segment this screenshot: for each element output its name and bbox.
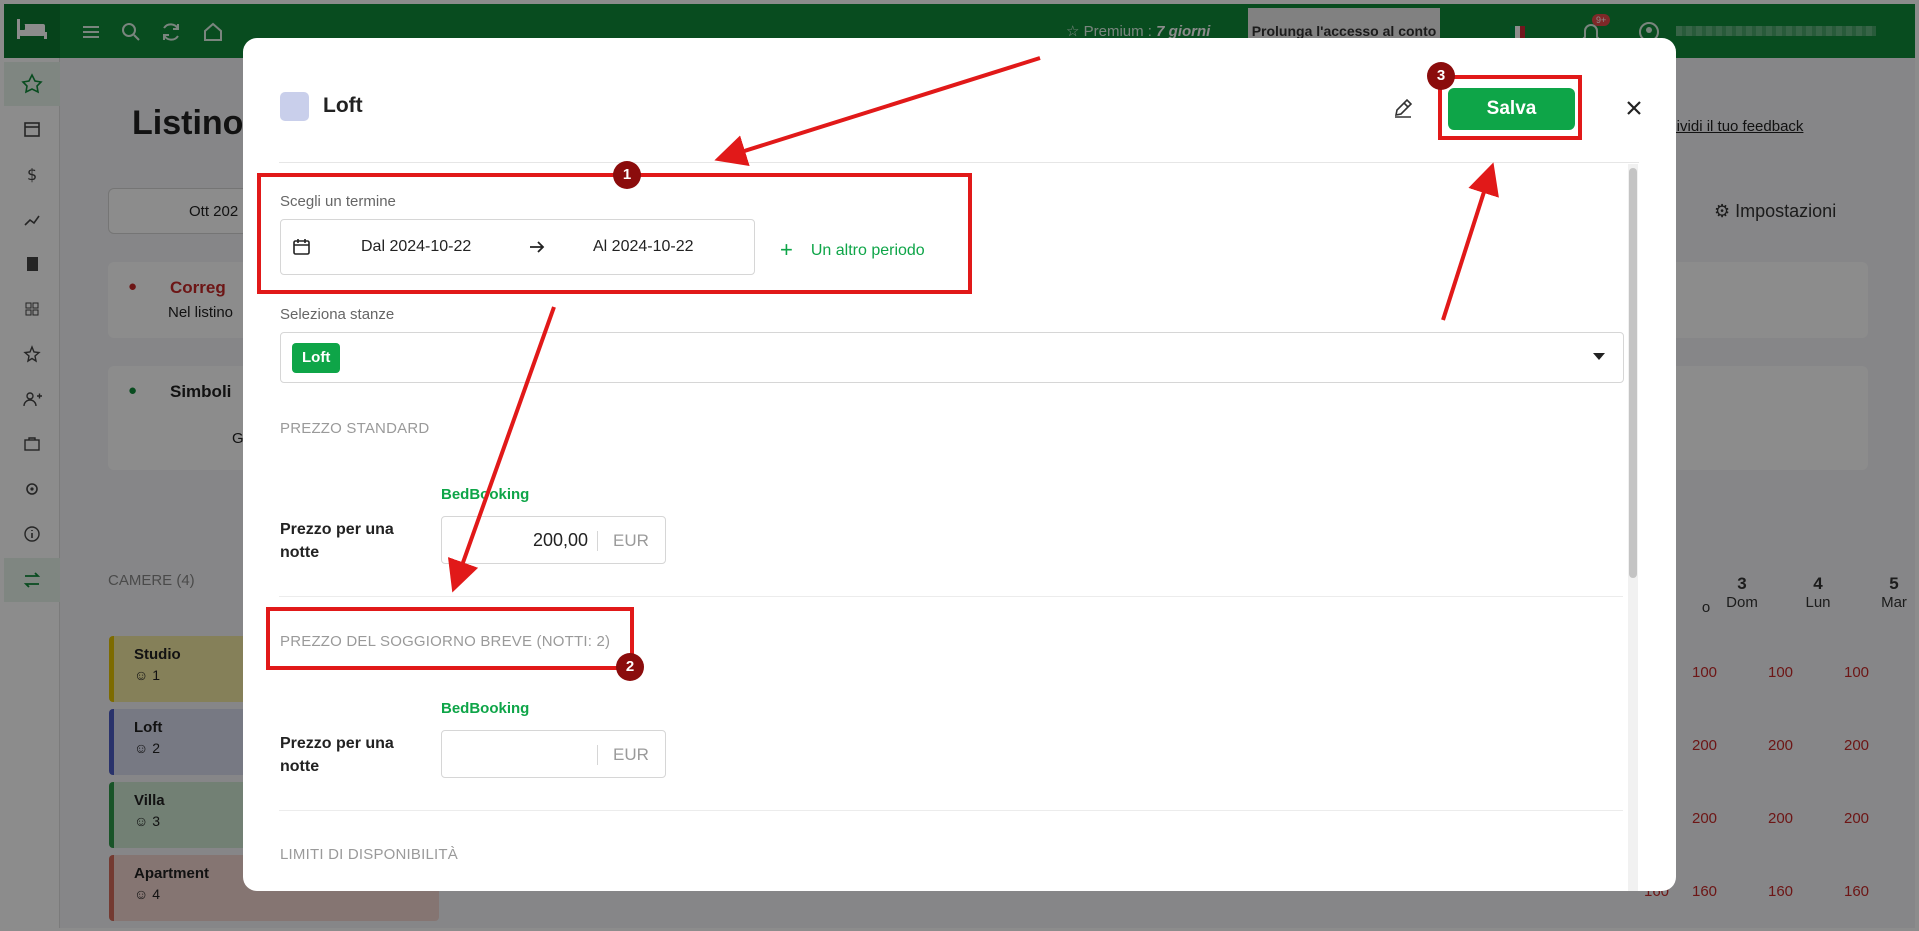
calendar-icon <box>291 236 313 258</box>
close-icon[interactable] <box>1619 93 1649 123</box>
field-separator <box>597 531 598 551</box>
add-period-button[interactable]: + Un altro periodo <box>780 237 925 263</box>
step-badge-1: 1 <box>613 161 641 189</box>
modal-title: Loft <box>323 94 363 117</box>
short-stay-price-input[interactable] <box>448 739 588 769</box>
pencil-icon[interactable] <box>1391 96 1415 120</box>
availability-section-title: LIMITI DI DISPONIBILITÀ <box>280 846 458 863</box>
section-divider <box>279 810 1623 811</box>
room-color-swatch <box>280 92 309 121</box>
scrollbar-thumb[interactable] <box>1629 168 1637 578</box>
short-stay-price-currency: EUR <box>613 745 649 764</box>
arrow-right-icon <box>525 235 549 259</box>
date-range-picker[interactable]: Dal 2024-10-22 Al 2024-10-22 <box>280 219 755 275</box>
standard-price-currency: EUR <box>613 531 649 550</box>
standard-price-row-label: Prezzo per una notte <box>280 521 394 561</box>
date-from[interactable]: Dal 2024-10-22 <box>361 238 471 256</box>
short-stay-channel-label: BedBooking <box>441 700 530 717</box>
short-stay-row-label: Prezzo per una notte <box>280 735 394 775</box>
edit-price-modal: Loft Salva Scegli un termine Dal 2024-10… <box>243 38 1676 891</box>
selected-room-chip[interactable]: Loft <box>292 343 341 373</box>
rooms-select-label: Seleziona stanze <box>280 306 395 323</box>
add-period-label: Un altro periodo <box>810 242 925 259</box>
dropdown-caret-icon[interactable] <box>1593 353 1605 360</box>
rooms-select[interactable]: Loft <box>280 332 1624 383</box>
standard-price-input[interactable] <box>448 525 588 555</box>
date-to[interactable]: Al 2024-10-22 <box>593 238 694 256</box>
header-divider <box>279 162 1639 163</box>
standard-price-field[interactable]: EUR <box>441 516 666 564</box>
field-separator <box>597 745 598 765</box>
period-label: Scegli un termine <box>280 193 396 210</box>
standard-price-section-title: PREZZO STANDARD <box>280 420 430 437</box>
short-stay-section-title: PREZZO DEL SOGGIORNO BREVE (NOTTI: 2) <box>280 633 611 650</box>
plus-icon: + <box>780 237 793 262</box>
save-button[interactable]: Salva <box>1448 88 1575 130</box>
step-badge-2: 2 <box>616 653 644 681</box>
step-badge-3: 3 <box>1427 62 1455 90</box>
standard-channel-label: BedBooking <box>441 486 530 503</box>
section-divider <box>279 596 1623 597</box>
short-stay-price-field[interactable]: EUR <box>441 730 666 778</box>
